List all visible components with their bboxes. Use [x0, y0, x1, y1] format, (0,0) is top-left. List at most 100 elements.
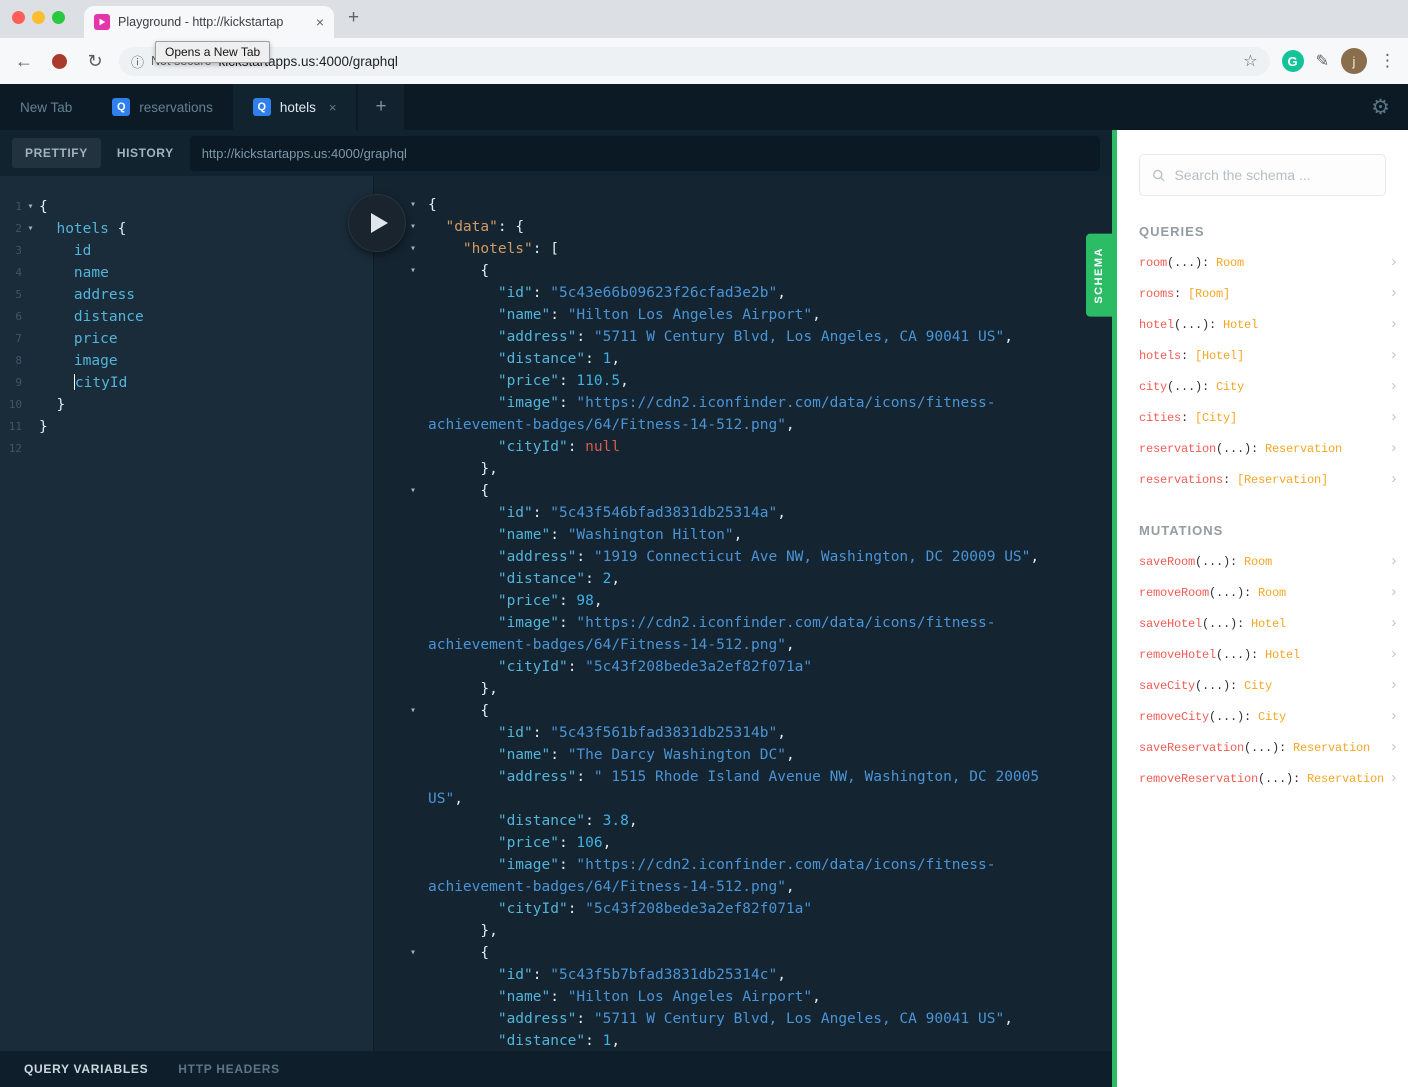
chevron-right-icon: ›: [1389, 553, 1398, 570]
close-tab-icon[interactable]: ×: [316, 14, 324, 30]
result-code-line: ▾ "hotels": [: [374, 238, 1112, 260]
fold-caret-icon[interactable]: ▾: [410, 480, 416, 502]
schema-field-row[interactable]: saveHotel (...): Hotel ›: [1117, 608, 1408, 639]
address-bar[interactable]: ⓘ Not secure kickstartapps.us:4000/graph…: [119, 46, 1270, 76]
schema-field-row[interactable]: cities: [City] ›: [1117, 402, 1408, 433]
code-text: "price": 106,: [428, 835, 612, 851]
fold-caret-icon[interactable]: ▾: [410, 238, 416, 260]
field-name: saveCity: [1139, 678, 1196, 693]
schema-field-row[interactable]: saveRoom (...): Room ›: [1117, 546, 1408, 577]
code-token: "distance": [497, 351, 586, 367]
new-tab-button[interactable]: +: [348, 7, 359, 29]
field-args: (...):: [1167, 379, 1210, 394]
field-type: City: [1216, 379, 1245, 394]
field-name: cities: [1139, 410, 1182, 425]
schema-field-row[interactable]: saveReservation (...): Reservation ›: [1117, 732, 1408, 763]
code-token: ,: [628, 813, 638, 829]
session-tab-reservations[interactable]: Q reservations: [92, 84, 233, 130]
session-tab-hotels[interactable]: Q hotels ×: [232, 84, 357, 130]
code-text: },: [428, 923, 497, 939]
schema-field-row[interactable]: saveCity (...): City ›: [1117, 670, 1408, 701]
code-token: :: [550, 747, 568, 763]
code-token: :: [558, 373, 577, 389]
schema-search-box[interactable]: [1139, 154, 1386, 196]
schema-field-row[interactable]: city (...): City ›: [1117, 371, 1408, 402]
fold-caret-icon[interactable]: ▾: [410, 260, 416, 282]
minimize-window-button[interactable]: [32, 11, 45, 24]
code-token: :: [558, 395, 577, 411]
field-type: Hotel: [1251, 616, 1287, 631]
query-editor[interactable]: 1 ▾{2 ▾ hotels {3 id 4 name 5 address 6 dista…: [0, 176, 374, 1051]
session-tab-new-tab[interactable]: New Tab: [0, 84, 92, 130]
new-session-tab-button[interactable]: +: [358, 84, 404, 130]
tooltip: Opens a New Tab: [155, 41, 271, 63]
fold-caret-icon[interactable]: ▾: [410, 194, 416, 216]
browser-menu-icon[interactable]: ⋮: [1379, 51, 1396, 71]
info-icon[interactable]: ⓘ: [131, 52, 144, 71]
settings-gear-icon[interactable]: ⚙: [1371, 95, 1390, 120]
schema-search-input[interactable]: [1174, 167, 1373, 183]
playground-main: PRETTIFY HISTORY 1▾{2▾ hotels {3 id4 nam…: [0, 130, 1112, 1087]
code-token: image: [73, 353, 118, 369]
schema-field-row[interactable]: removeCity (...): City ›: [1117, 701, 1408, 732]
line-number: 9: [15, 376, 22, 389]
schema-field-row[interactable]: removeRoom (...): Room ›: [1117, 577, 1408, 608]
code-token: :: [532, 725, 551, 741]
code-token: ,: [785, 417, 795, 433]
schema-field-row[interactable]: hotel (...): Hotel ›: [1117, 309, 1408, 340]
browser-tabstrip: Playground - http://kickstartap × +: [0, 0, 1408, 38]
url-text[interactable]: kickstartapps.us:4000/graphql: [218, 54, 1236, 69]
browser-tab[interactable]: Playground - http://kickstartap ×: [84, 6, 334, 38]
fold-caret-icon[interactable]: ▾: [410, 942, 416, 964]
fold-caret-icon[interactable]: ▾: [410, 700, 416, 722]
zoom-window-button[interactable]: [52, 11, 65, 24]
field-type: Hotel: [1265, 647, 1301, 662]
code-token: :: [567, 901, 586, 917]
fold-caret-icon[interactable]: ▾: [22, 218, 39, 240]
code-text: name: [39, 262, 109, 284]
prettify-button[interactable]: PRETTIFY: [12, 138, 101, 168]
close-window-button[interactable]: [12, 11, 25, 24]
result-code-line: "id": "5c43e66b09623f26cfad3e2b",: [374, 282, 1112, 304]
history-button[interactable]: HISTORY: [117, 146, 174, 160]
schema-field-row[interactable]: room (...): Room ›: [1117, 247, 1408, 278]
schema-field-row[interactable]: rooms: [Room] ›: [1117, 278, 1408, 309]
query-variables-tab[interactable]: QUERY VARIABLES: [24, 1062, 148, 1076]
schema-tab-button[interactable]: SCHEMA: [1086, 234, 1112, 317]
result-code-line: ▾ {: [374, 260, 1112, 282]
code-text: "image": "https://cdn2.iconfinder.com/da…: [428, 615, 996, 631]
back-button[interactable]: ←: [12, 51, 36, 72]
endpoint-url-input[interactable]: [189, 135, 1100, 171]
fold-caret-icon[interactable]: ▾: [22, 196, 39, 218]
bookmark-star-icon[interactable]: ☆: [1243, 51, 1257, 71]
result-code-line: ▾ {: [374, 942, 1112, 964]
execute-query-button[interactable]: [348, 194, 406, 252]
grammarly-extension-icon[interactable]: G: [1281, 50, 1304, 72]
fold-caret-icon[interactable]: ▾: [410, 216, 416, 238]
schema-field-row[interactable]: removeReservation (...): Reservation ›: [1117, 763, 1408, 794]
search-icon: [1153, 169, 1165, 181]
http-headers-tab[interactable]: HTTP HEADERS: [178, 1062, 280, 1076]
code-token: {: [39, 199, 48, 215]
schema-field-row[interactable]: reservations: [Reservation] ›: [1117, 464, 1408, 495]
schema-sections: QUERIES room (...): Room › rooms: [Room] › hotel…: [1117, 224, 1408, 794]
close-session-tab-icon[interactable]: ×: [329, 100, 337, 115]
schema-field-row[interactable]: reservation (...): Reservation ›: [1117, 433, 1408, 464]
code-text: "cityId": null: [428, 439, 620, 455]
reload-button[interactable]: ↻: [83, 51, 107, 72]
code-token: :: [576, 329, 594, 345]
profile-avatar[interactable]: j: [1341, 48, 1367, 74]
schema-field-row[interactable]: hotels: [Hotel] ›: [1117, 340, 1408, 371]
code-text: "cityId": "5c43f208bede3a2ef82f071a": [428, 901, 812, 917]
code-token: :: [576, 549, 594, 565]
red-circle-icon[interactable]: [52, 53, 67, 69]
pen-extension-icon[interactable]: ✎: [1316, 51, 1329, 71]
code-text: "cityId": "5c43f208bede3a2ef82f071a": [428, 659, 812, 675]
code-token: ,: [785, 637, 795, 653]
line-number: 1: [15, 200, 22, 213]
schema-field-row[interactable]: removeHotel (...): Hotel ›: [1117, 639, 1408, 670]
code-token: cityId: [74, 375, 128, 391]
